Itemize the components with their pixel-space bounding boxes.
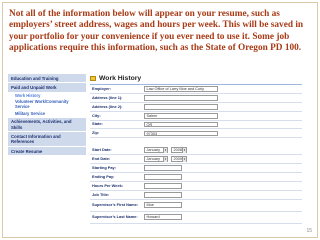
job-title-input[interactable] <box>144 191 182 198</box>
end-year-select[interactable]: 2009 ▾ <box>171 156 187 163</box>
nav-military-service[interactable]: Military Service <box>8 111 86 118</box>
supervisor-last-row: Supervisor’s Last Name: Howard <box>90 212 302 224</box>
folder-icon <box>90 76 96 81</box>
page-number: 15 <box>306 228 312 234</box>
city-label: City: <box>92 112 101 118</box>
chevron-down-icon: ▾ <box>182 147 186 153</box>
end-month-select[interactable]: January ▾ <box>144 156 168 163</box>
employer-label: Employer: <box>92 85 112 91</box>
ending-pay-row: Ending Pay: <box>90 173 302 182</box>
address1-row: Address (line 1): <box>90 94 302 103</box>
zip-row: Zip: 97303 <box>90 129 302 139</box>
starting-pay-row: Starting Pay: <box>90 164 302 174</box>
supervisor-last-input[interactable]: Howard <box>144 214 182 221</box>
address2-row: Address (line 2): <box>90 103 302 112</box>
work-history-form: Work History Employer: Law Office of Lar… <box>90 74 302 234</box>
hours-label: Hours Per Week: <box>92 182 124 188</box>
start-date-row: Start Date: January ▾ 2008 ▾ <box>90 146 302 156</box>
state-input[interactable]: OR <box>144 121 218 128</box>
nav-volunteer-work[interactable]: Volunteer Work/Community Service <box>8 99 86 112</box>
nav-contact-references[interactable]: Contact Information and References <box>8 132 86 147</box>
zip-label: Zip: <box>92 130 100 136</box>
ending-pay-label: Ending Pay: <box>92 173 115 179</box>
hours-input[interactable] <box>144 182 182 189</box>
left-navigation: Education and Training Paid and Unpaid W… <box>8 74 86 157</box>
intro-text: Not all of the information below will ap… <box>9 9 304 53</box>
city-row: City: Salem <box>90 112 302 121</box>
employer-input[interactable]: Law Office of Larry Moe and Curly <box>144 86 218 92</box>
start-month-select[interactable]: January ▾ <box>144 147 168 154</box>
section-title: Work History <box>90 74 141 83</box>
state-row: State: OR <box>90 121 302 130</box>
supervisor-first-input[interactable]: Moe <box>144 202 182 209</box>
starting-pay-input[interactable] <box>144 165 182 171</box>
start-year-select[interactable]: 2008 ▾ <box>171 147 187 154</box>
job-title-label: Job Title: <box>92 191 110 197</box>
ending-pay-input[interactable] <box>144 174 182 180</box>
nav-education-training[interactable]: Education and Training <box>8 74 86 84</box>
end-date-row: End Date: January ▾ 2009 ▾ <box>90 155 302 165</box>
nav-create-resume[interactable]: Create Resume <box>8 146 86 157</box>
start-year-value: 2008 <box>173 147 182 152</box>
chevron-down-icon: ▾ <box>182 156 186 162</box>
starting-pay-label: Starting Pay: <box>92 164 116 170</box>
address2-label: Address (line 2): <box>92 103 123 109</box>
nav-paid-unpaid-work[interactable]: Paid and Unpaid Work <box>8 83 86 93</box>
hours-row: Hours Per Week: <box>90 182 302 191</box>
address1-label: Address (line 1): <box>92 94 123 100</box>
address2-input[interactable] <box>144 103 218 110</box>
supervisor-first-label: Supervisor’s First Name: <box>92 202 139 208</box>
chevron-down-icon: ▾ <box>163 156 167 162</box>
work-history-screenshot: Education and Training Paid and Unpaid W… <box>8 74 302 234</box>
state-label: State: <box>92 121 103 127</box>
city-input[interactable]: Salem <box>144 112 218 119</box>
address1-input[interactable] <box>144 94 218 101</box>
end-month-value: January <box>146 156 161 161</box>
end-date-label: End Date: <box>92 156 111 162</box>
job-title-row: Job Title: <box>90 191 302 200</box>
chevron-down-icon: ▾ <box>163 147 167 153</box>
end-year-value: 2009 <box>173 156 182 161</box>
section-title-text: Work History <box>99 75 142 82</box>
zip-input[interactable]: 97303 <box>144 130 218 137</box>
supervisor-last-label: Supervisor’s Last Name: <box>92 214 138 220</box>
start-date-label: Start Date: <box>92 147 112 153</box>
supervisor-first-row: Supervisor’s First Name: Moe <box>90 200 302 212</box>
form-fields: Employer: Law Office of Larry Moe and Cu… <box>90 84 302 234</box>
nav-achievements[interactable]: Achievements, Activities, and Skills <box>8 117 86 133</box>
start-month-value: January <box>146 147 161 152</box>
employer-row: Employer: Law Office of Larry Moe and Cu… <box>90 85 302 94</box>
